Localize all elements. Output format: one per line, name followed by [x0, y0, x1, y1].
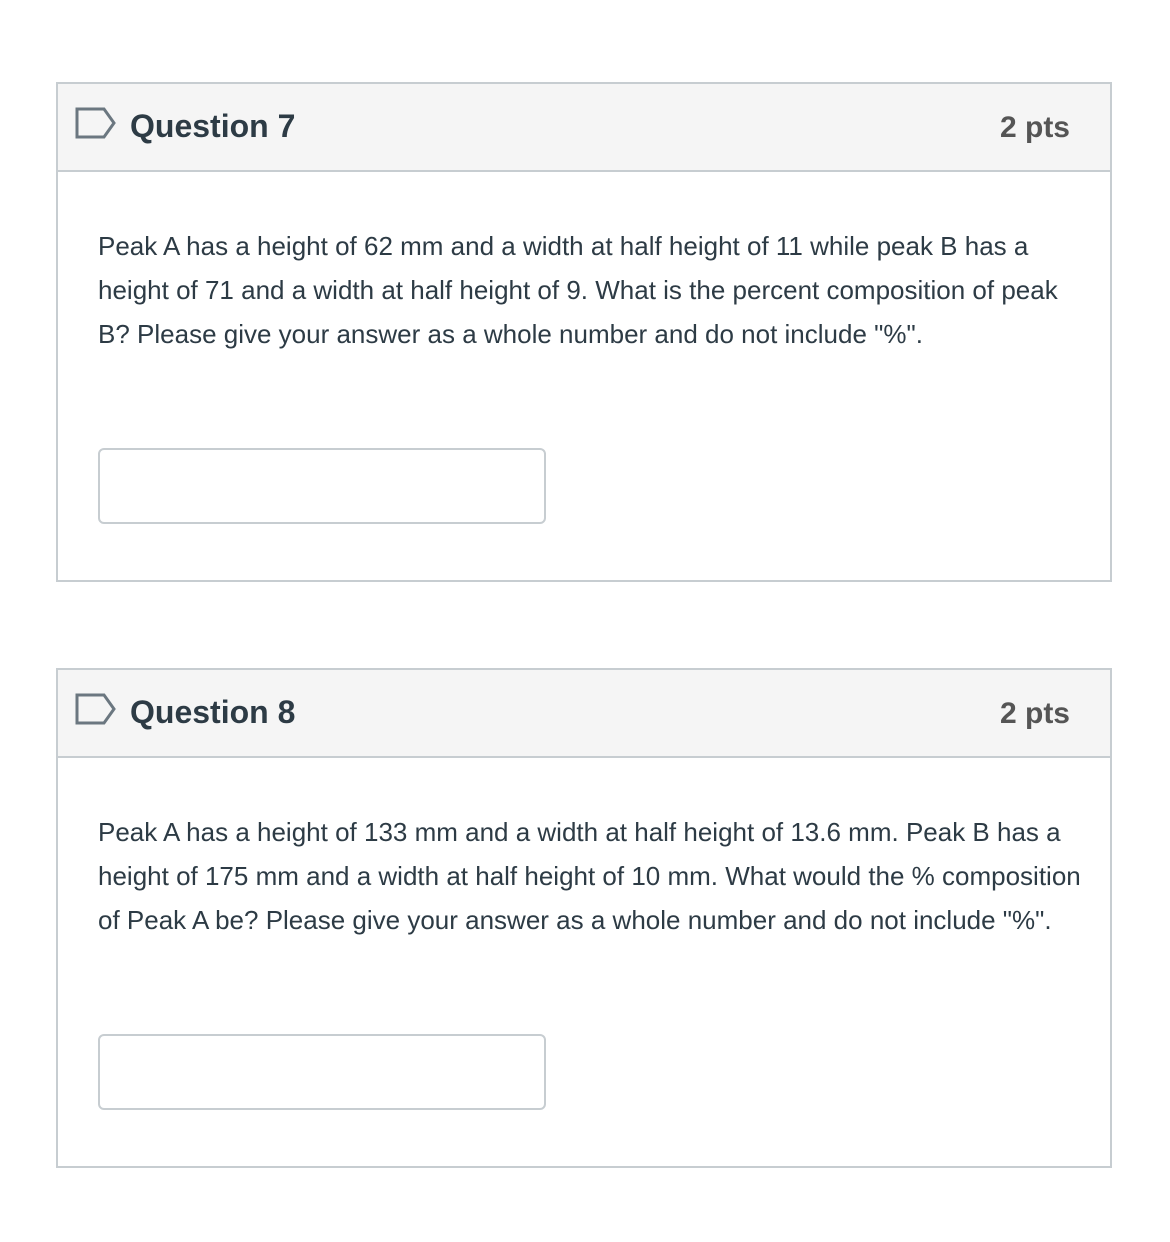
question-points: 2 pts	[999, 111, 1070, 144]
flag-outline-icon[interactable]	[74, 692, 118, 726]
question-card-7: Question 7 2 pts Peak A has a height of …	[56, 82, 1112, 582]
question-text: Peak A has a height of 62 mm and a width…	[98, 231, 1058, 349]
question-title: Question 8	[130, 694, 296, 730]
flag-outline-icon[interactable]	[74, 106, 118, 140]
question-title: Question 7	[130, 108, 296, 144]
question-text: Peak A has a height of 133 mm and a widt…	[98, 817, 1081, 935]
answer-input[interactable]	[98, 1034, 546, 1110]
question-card-8: Question 8 2 pts Peak A has a height of …	[56, 668, 1112, 1168]
question-header: Question 7 2 pts	[58, 84, 1110, 172]
answer-input[interactable]	[98, 448, 546, 524]
question-header: Question 8 2 pts	[58, 670, 1110, 758]
question-points: 2 pts	[999, 697, 1070, 730]
